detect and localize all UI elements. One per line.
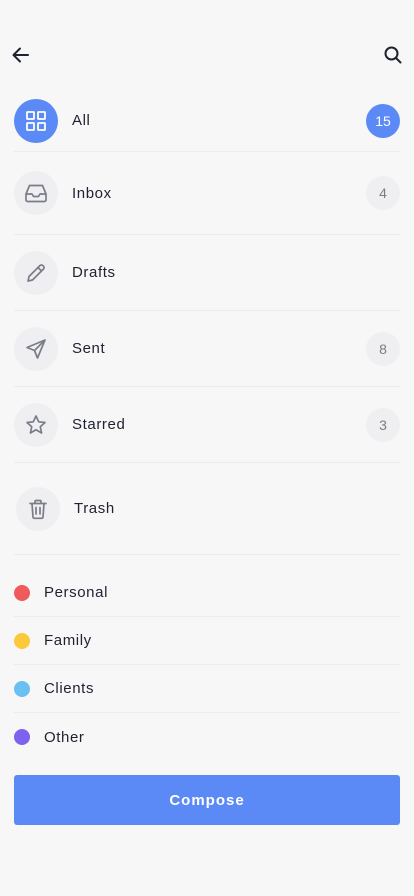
send-icon — [14, 326, 58, 371]
label-text: Personal — [44, 584, 109, 601]
top-bar — [0, 0, 414, 90]
label-color-dot — [14, 584, 30, 601]
label-text: Other — [44, 728, 85, 746]
label-list: Personal Family Clients Other — [14, 569, 400, 761]
label-color-dot — [14, 632, 30, 649]
label-color-dot — [14, 680, 30, 697]
label-item-other[interactable]: Other — [14, 713, 400, 761]
folder-label: Inbox — [72, 184, 112, 202]
folder-count-badge: 15 — [366, 103, 400, 138]
folder-item-sent[interactable]: Sent 8 — [14, 311, 400, 387]
folder-list: All 15 Inbox 4 Drafts Sent 8 Starred 3 T… — [14, 90, 400, 555]
inbox-tray-icon — [14, 171, 58, 215]
label-text: Family — [44, 632, 92, 649]
label-color-dot — [14, 729, 30, 745]
folder-count-badge: 4 — [366, 176, 400, 210]
label-item-personal[interactable]: Personal — [14, 569, 400, 617]
folder-label: Starred — [72, 416, 126, 433]
folder-label: Sent — [72, 340, 106, 357]
label-item-clients[interactable]: Clients — [14, 665, 400, 713]
folder-label: Drafts — [72, 264, 116, 281]
compose-button[interactable]: Compose — [14, 775, 400, 825]
trash-icon — [16, 486, 60, 531]
folder-item-inbox[interactable]: Inbox 4 — [14, 152, 400, 235]
folder-item-starred[interactable]: Starred 3 — [14, 387, 400, 463]
folder-item-all[interactable]: All 15 — [14, 90, 400, 152]
folder-item-drafts[interactable]: Drafts — [14, 235, 400, 311]
folder-count-badge: 3 — [366, 407, 400, 442]
folder-label: Trash — [74, 500, 115, 517]
label-item-family[interactable]: Family — [14, 617, 400, 665]
folder-item-trash[interactable]: Trash — [14, 463, 400, 555]
grid-icon — [14, 98, 58, 143]
folder-label: All — [72, 112, 91, 129]
folder-count-badge: 8 — [366, 331, 400, 366]
search-button[interactable] — [379, 41, 407, 69]
star-icon — [14, 402, 58, 447]
label-text: Clients — [44, 680, 95, 697]
pencil-icon — [14, 250, 58, 295]
arrow-left-icon — [12, 47, 29, 63]
back-button[interactable] — [7, 41, 35, 69]
search-icon — [384, 46, 402, 64]
